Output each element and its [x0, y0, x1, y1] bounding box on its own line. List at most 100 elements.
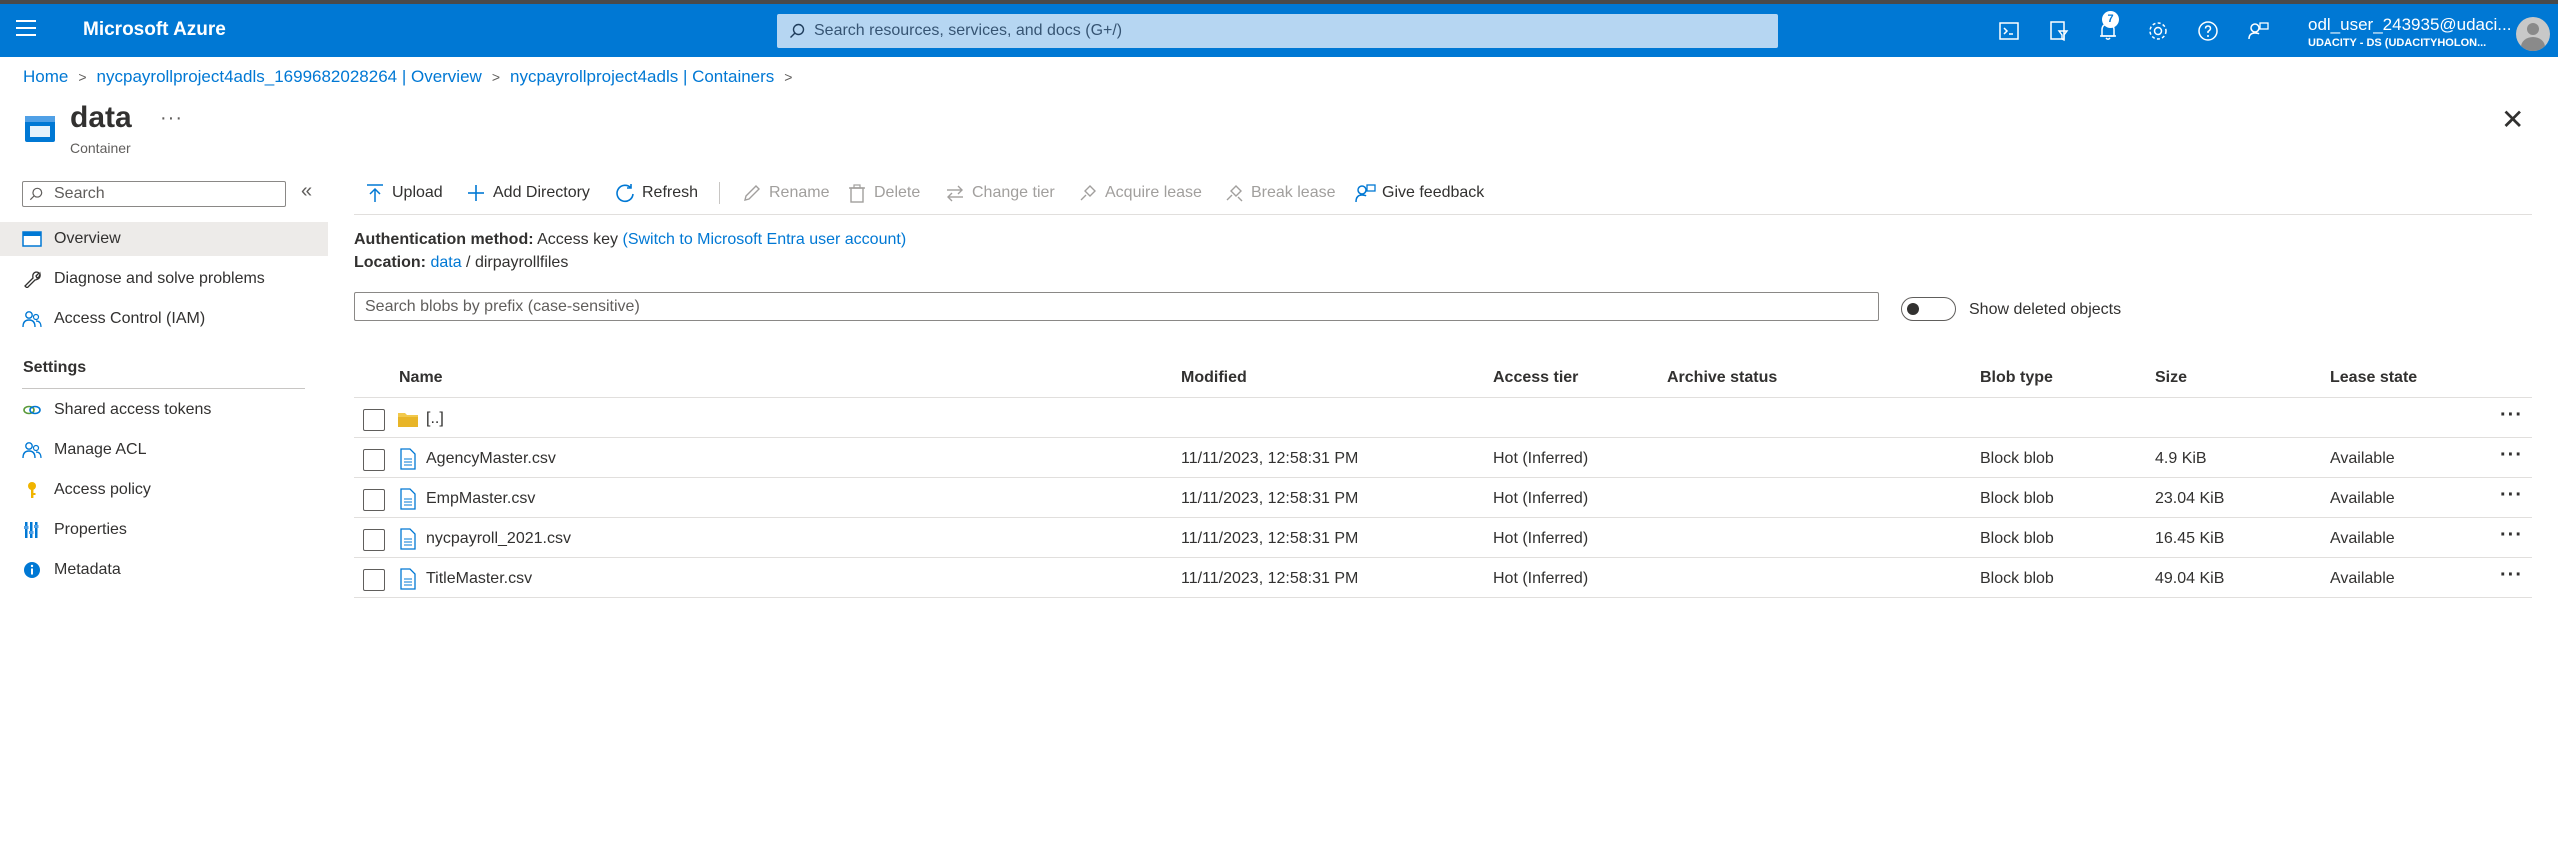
row-more-icon[interactable]: ··· [2500, 524, 2523, 547]
switch-auth-link[interactable]: (Switch to Microsoft Entra user account) [622, 231, 906, 248]
row-checkbox[interactable] [363, 529, 385, 551]
give-feedback-label: Give feedback [1382, 184, 1485, 201]
show-deleted-toggle[interactable] [1901, 297, 1956, 321]
table-row-parent[interactable]: [..] ··· [354, 398, 2532, 438]
row-modified: 11/11/2023, 12:58:31 PM [1181, 490, 1359, 507]
chevron-right-icon: > [78, 69, 87, 85]
column-header-blob-type[interactable]: Blob type [1980, 369, 2053, 387]
row-access-tier: Hot (Inferred) [1493, 450, 1589, 467]
more-options-icon[interactable]: ··· [160, 107, 183, 130]
column-header-archive-status[interactable]: Archive status [1667, 369, 1777, 387]
table-row[interactable]: TitleMaster.csv 11/11/2023, 12:58:31 PM … [354, 558, 2532, 598]
delete-label: Delete [874, 184, 921, 201]
column-header-lease-state[interactable]: Lease state [2330, 369, 2417, 387]
sidebar-item-label: Access Control (IAM) [54, 310, 206, 327]
table-row[interactable]: EmpMaster.csv 11/11/2023, 12:58:31 PM Ho… [354, 478, 2532, 518]
change-tier-label: Change tier [972, 184, 1055, 201]
info-icon [24, 562, 40, 578]
global-search-placeholder: Search resources, services, and docs (G+… [814, 22, 1123, 39]
row-name[interactable]: TitleMaster.csv [426, 570, 532, 588]
feedback-icon[interactable] [2246, 19, 2270, 43]
breadcrumb-home[interactable]: Home [23, 67, 68, 86]
row-more-icon[interactable]: ··· [2500, 564, 2523, 587]
breadcrumb-containers[interactable]: nycpayrollproject4adls | Containers [510, 67, 774, 86]
row-name[interactable]: EmpMaster.csv [426, 490, 535, 508]
table-row[interactable]: nycpayroll_2021.csv 11/11/2023, 12:58:31… [354, 518, 2532, 558]
global-search-input[interactable]: Search resources, services, and docs (G+… [777, 14, 1778, 48]
row-blob-type: Block blob [1980, 570, 2054, 587]
sidebar-item-label: Manage ACL [54, 441, 147, 458]
cloud-shell-icon[interactable] [1997, 19, 2021, 43]
chevron-right-icon: > [491, 69, 501, 85]
row-access-tier: Hot (Inferred) [1493, 570, 1589, 587]
row-checkbox[interactable] [363, 409, 385, 431]
sidebar-item-diagnose[interactable]: Diagnose and solve problems [0, 262, 328, 296]
break-lease-label: Break lease [1251, 184, 1336, 201]
column-header-access-tier[interactable]: Access tier [1493, 369, 1578, 387]
properties-bars-icon [24, 522, 39, 538]
wrench-icon [24, 271, 41, 288]
sidebar-item-overview[interactable]: Overview [0, 222, 328, 256]
container-icon [25, 116, 55, 142]
brand-name[interactable]: Microsoft Azure [83, 19, 226, 41]
row-checkbox[interactable] [363, 449, 385, 471]
command-bar-divider [354, 214, 2532, 215]
location-container-link[interactable]: data [430, 254, 461, 271]
auth-method-value: Access key [537, 231, 619, 248]
people-icon [22, 442, 42, 459]
sidebar-item-manage-acl[interactable]: Manage ACL [0, 433, 328, 467]
sidebar-item-properties[interactable]: Properties [0, 513, 328, 547]
row-checkbox[interactable] [363, 569, 385, 591]
sidebar-item-access-control[interactable]: Access Control (IAM) [0, 302, 328, 336]
people-icon [22, 311, 42, 328]
row-modified: 11/11/2023, 12:58:31 PM [1181, 450, 1359, 467]
sidebar-item-shared-access-tokens[interactable]: Shared access tokens [0, 393, 328, 427]
blob-prefix-search-input[interactable]: Search blobs by prefix (case-sensitive) [354, 292, 1879, 321]
row-lease-state: Available [2330, 450, 2395, 467]
command-separator [719, 182, 720, 204]
row-modified: 11/11/2023, 12:58:31 PM [1181, 570, 1359, 587]
nav-search-input[interactable]: Search [22, 181, 286, 207]
refresh-label: Refresh [642, 184, 699, 201]
rename-label: Rename [769, 184, 830, 201]
close-icon[interactable]: ✕ [2501, 106, 2524, 134]
menu-icon[interactable] [16, 20, 40, 40]
row-name[interactable]: nycpayroll_2021.csv [426, 530, 571, 548]
nav-search-placeholder: Search [54, 185, 105, 202]
sidebar-item-label: Shared access tokens [54, 401, 212, 418]
refresh-icon [616, 184, 634, 203]
directory-filter-icon[interactable] [2047, 19, 2071, 43]
column-header-modified[interactable]: Modified [1181, 369, 1247, 387]
column-header-size[interactable]: Size [2155, 369, 2187, 387]
row-size: 16.45 KiB [2155, 530, 2225, 547]
help-icon[interactable] [2196, 19, 2220, 43]
page-subtitle: Container [70, 140, 131, 156]
break-lease-icon [1226, 185, 1243, 202]
blob-search-placeholder: Search blobs by prefix (case-sensitive) [365, 298, 640, 315]
container-overview-icon [22, 231, 42, 247]
search-icon [790, 23, 805, 38]
auth-method-label: Authentication method: [354, 231, 534, 248]
collapse-nav-icon[interactable]: « [301, 180, 312, 203]
sidebar-item-label: Access policy [54, 481, 151, 498]
row-more-icon[interactable]: ··· [2500, 484, 2523, 507]
gear-icon[interactable] [2146, 19, 2170, 43]
row-checkbox[interactable] [363, 489, 385, 511]
plus-icon [468, 185, 484, 201]
location-label: Location: [354, 254, 426, 271]
row-more-icon[interactable]: ··· [2500, 404, 2523, 427]
sidebar-item-metadata[interactable]: Metadata [0, 553, 328, 587]
row-name[interactable]: [..] [426, 410, 444, 428]
file-icon [400, 488, 416, 510]
table-row[interactable]: AgencyMaster.csv 11/11/2023, 12:58:31 PM… [354, 438, 2532, 478]
account-menu[interactable]: odl_user_243935@udaci... UDACITY - DS (U… [2308, 15, 2511, 49]
rename-icon [744, 185, 760, 201]
user-directory: UDACITY - DS (UDACITYHOLON... [2308, 37, 2487, 49]
avatar[interactable] [2516, 17, 2550, 51]
column-header-name[interactable]: Name [399, 369, 443, 387]
row-name[interactable]: AgencyMaster.csv [426, 450, 556, 468]
breadcrumb-storage-account-overview[interactable]: nycpayrollproject4adls_1699682028264 | O… [97, 67, 482, 86]
row-more-icon[interactable]: ··· [2500, 444, 2523, 467]
sidebar-item-access-policy[interactable]: Access policy [0, 473, 328, 507]
sidebar-item-label: Properties [54, 521, 127, 538]
